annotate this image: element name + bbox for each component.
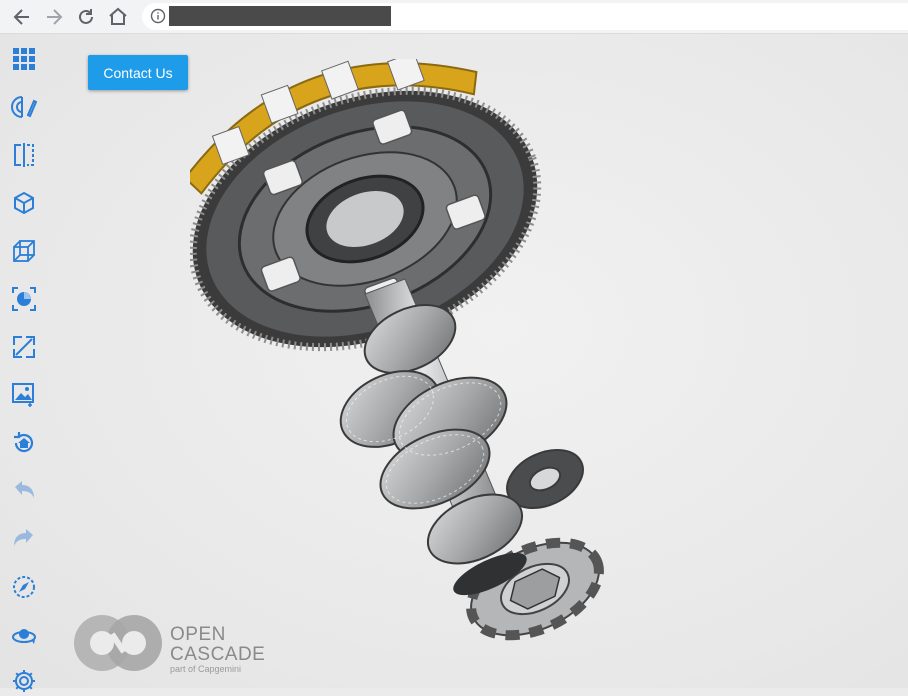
undo-icon[interactable]	[9, 476, 39, 506]
home-icon[interactable]	[106, 5, 130, 29]
color-palette-icon[interactable]	[9, 284, 39, 314]
logo-text-cascade: CASCADE	[170, 644, 266, 665]
forward-icon[interactable]	[42, 5, 66, 29]
info-circle-icon[interactable]	[150, 8, 166, 24]
back-icon[interactable]	[10, 5, 34, 29]
address-bar[interactable]	[142, 3, 908, 30]
infinity-logo-icon	[74, 615, 162, 671]
logo-text-open: OPEN	[170, 624, 226, 645]
browser-toolbar	[0, 0, 908, 34]
gear-shaft-assembly-model[interactable]	[190, 59, 630, 644]
logo-tagline: part of Capgemini	[170, 664, 242, 674]
measure-tool-icon[interactable]	[9, 92, 39, 122]
reset-view-icon[interactable]	[9, 428, 39, 458]
settings-gear-icon[interactable]	[9, 666, 39, 696]
rotate-icon[interactable]	[9, 620, 39, 650]
reload-icon[interactable]	[74, 5, 98, 29]
viewer-canvas[interactable]: Contact Us OPEN CASCADE part of Capgemin…	[0, 34, 908, 692]
url-redacted	[169, 6, 391, 26]
compass-icon[interactable]	[9, 572, 39, 602]
open-cascade-logo: OPEN CASCADE part of Capgemini	[72, 610, 272, 676]
redo-icon[interactable]	[9, 524, 39, 554]
contact-us-button[interactable]: Contact Us	[88, 55, 188, 90]
fit-all-icon[interactable]	[9, 332, 39, 362]
grid-menu-icon[interactable]	[9, 44, 39, 74]
section-plane-icon[interactable]	[9, 140, 39, 170]
wireframe-box-icon[interactable]	[9, 236, 39, 266]
screenshot-icon[interactable]	[9, 380, 39, 410]
sidebar-toolbar	[0, 34, 48, 692]
shaded-box-icon[interactable]	[9, 188, 39, 218]
